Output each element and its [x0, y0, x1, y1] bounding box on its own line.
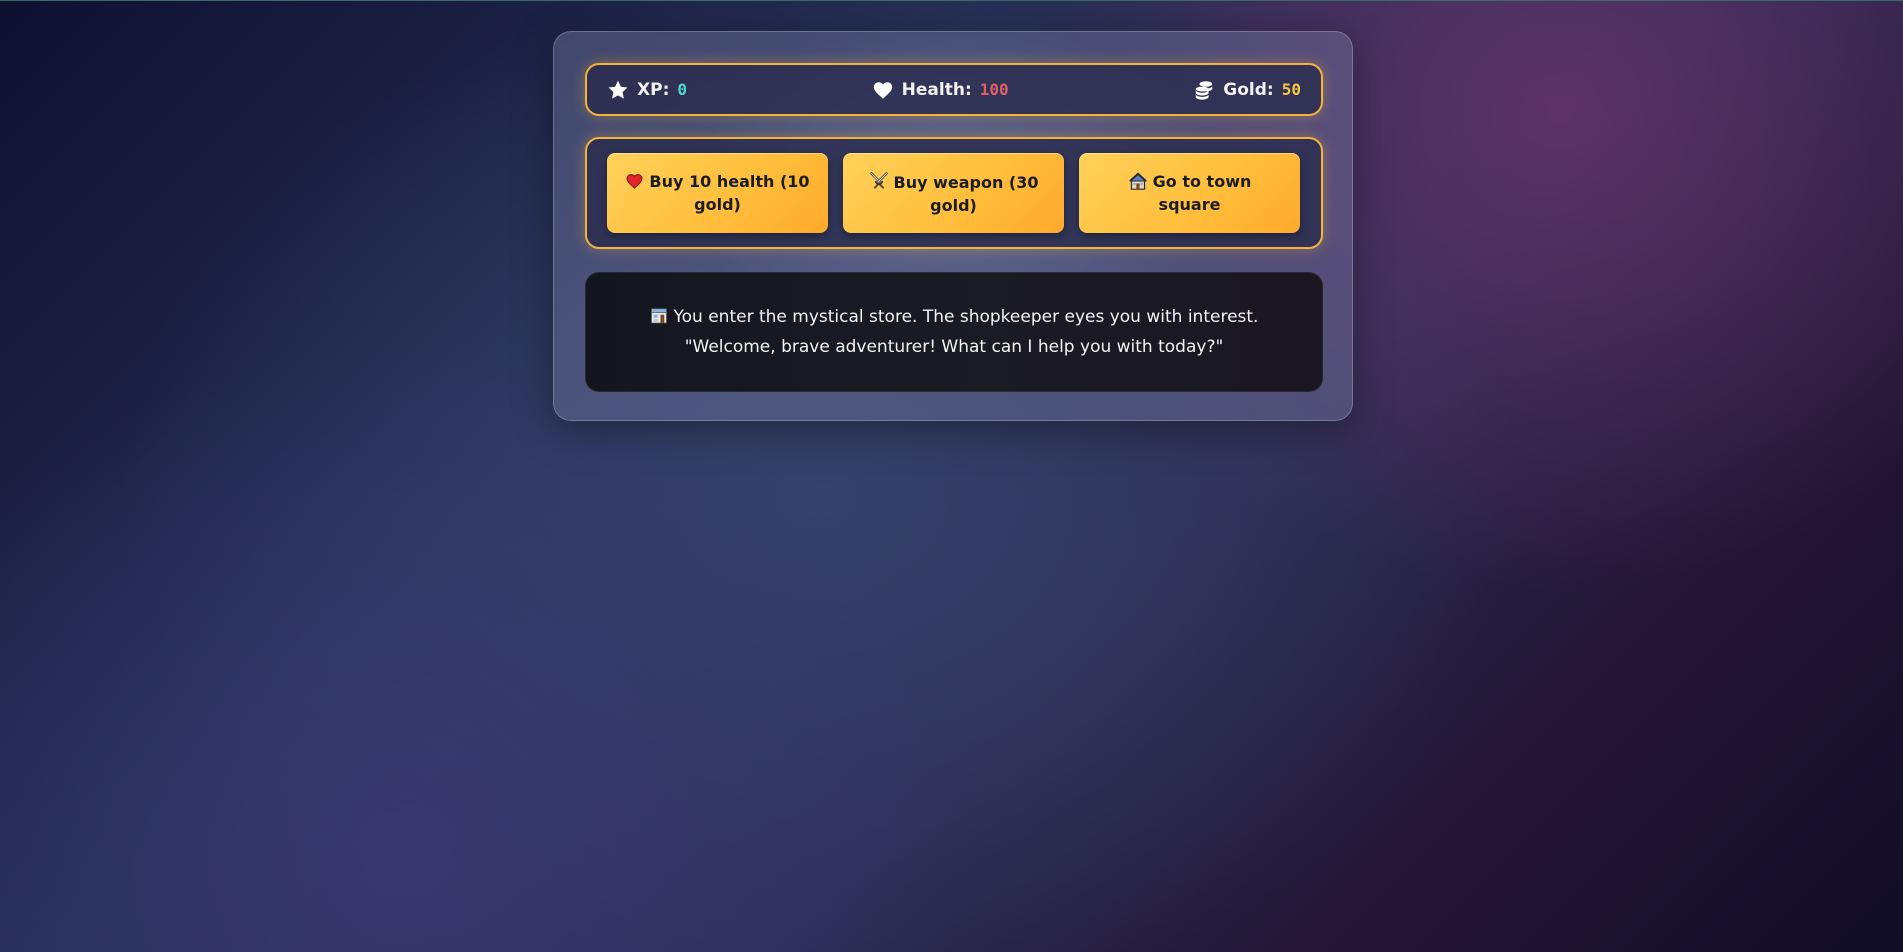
gold-value: 50 [1281, 80, 1301, 99]
xp-label: XP: [637, 79, 670, 100]
crossed-swords-icon [869, 171, 889, 196]
stats-bar: XP: 0 Health: 100 Gold: 50 [585, 63, 1323, 116]
message-text: You enter the mystical store. The shopke… [608, 303, 1300, 361]
controls-panel: Buy 10 health (10 gold) Buy weapon (30 g… [585, 137, 1323, 249]
health-stat: Health: 100 [872, 79, 1009, 101]
buy-health-label: Buy 10 health (10 gold) [649, 171, 810, 214]
buy-weapon-label: Buy weapon (30 gold) [893, 172, 1039, 215]
top-edge-line [0, 0, 1903, 1]
heart-icon [872, 79, 894, 101]
buy-weapon-button[interactable]: Buy weapon (30 gold) [843, 153, 1064, 233]
store-icon [650, 305, 668, 333]
health-value: 100 [979, 80, 1009, 99]
house-icon [1128, 172, 1148, 195]
xp-stat: XP: 0 [607, 79, 687, 101]
coins-icon [1193, 79, 1215, 101]
game-panel: XP: 0 Health: 100 Gold: 50 Buy 10 health… [553, 31, 1353, 421]
star-icon [607, 79, 629, 101]
message-box: You enter the mystical store. The shopke… [585, 272, 1323, 392]
gold-label: Gold: [1223, 79, 1274, 100]
message-body: You enter the mystical store. The shopke… [673, 307, 1259, 357]
red-heart-icon [625, 172, 644, 195]
go-town-square-label: Go to town square [1152, 171, 1252, 214]
buy-health-button[interactable]: Buy 10 health (10 gold) [607, 153, 828, 233]
go-town-square-button[interactable]: Go to town square [1079, 153, 1300, 233]
gold-stat: Gold: 50 [1193, 79, 1301, 101]
xp-value: 0 [677, 80, 688, 99]
health-label: Health: [901, 79, 972, 100]
